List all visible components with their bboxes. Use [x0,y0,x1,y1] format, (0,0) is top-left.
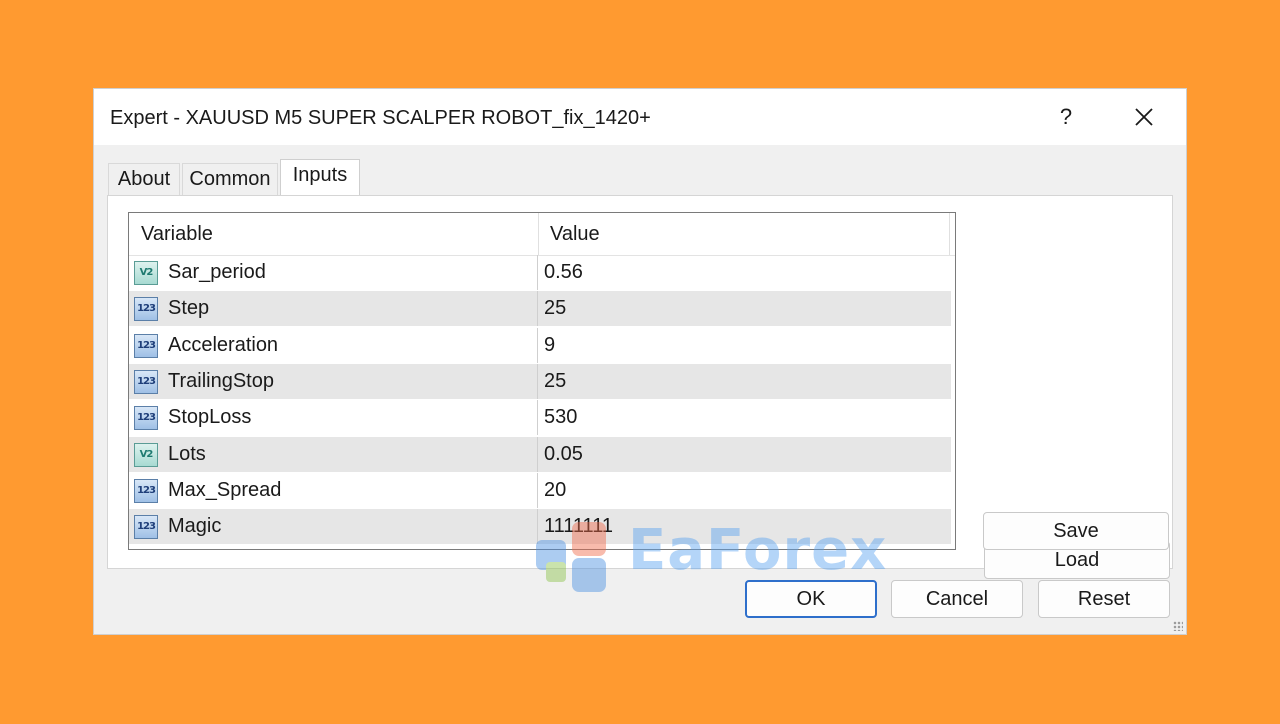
integer-type-icon: 123 [134,515,158,540]
window-title: Expert - XAUUSD M5 SUPER SCALPER ROBOT_f… [110,107,651,129]
column-divider[interactable] [538,213,539,255]
variable-name: StopLoss [168,406,252,429]
value-text: 9 [544,333,556,356]
integer-type-icon: 123 [134,406,158,431]
variable-name: Step [168,297,210,320]
variable-name: TrailingStop [168,369,274,392]
variable-cell[interactable]: 123 Acceleration [129,327,538,363]
integer-type-icon: 123 [134,369,158,394]
value-text: 0.56 [544,261,583,283]
resize-grip-icon[interactable] [1173,621,1183,631]
cancel-button[interactable]: Cancel [891,580,1023,618]
column-header-value[interactable]: Value [550,223,600,246]
value-cell[interactable]: 0.05 [538,437,951,472]
tab-inputs[interactable]: Inputs [280,159,360,196]
close-icon [1135,108,1153,126]
title-bar[interactable]: Expert - XAUUSD M5 SUPER SCALPER ROBOT_f… [94,89,1186,145]
variable-cell[interactable]: 123 Magic [129,509,538,545]
variable-cell[interactable]: 123 Step [129,291,538,327]
value-cell[interactable]: 530 [538,400,951,435]
column-header-variable[interactable]: Variable [141,223,213,246]
inputs-table[interactable]: Variable Value V2 Sar_period 0.56 123 Step 25… [128,212,956,550]
close-button[interactable] [1118,99,1170,135]
ok-button[interactable]: OK [745,580,877,618]
tab-common[interactable]: Common [182,163,278,195]
value-text: 25 [544,369,567,392]
variable-cell[interactable]: 123 Max_Spread [129,472,538,508]
value-cell[interactable]: 1111111 [538,509,951,544]
variable-cell[interactable]: 123 StopLoss [129,400,538,436]
table-row[interactable]: V2 Sar_period 0.56 [129,255,951,291]
value-cell[interactable]: 0.56 [538,255,951,290]
expert-dialog: Expert - XAUUSD M5 SUPER SCALPER ROBOT_f… [93,88,1187,635]
table-header: Variable Value [129,213,955,256]
variable-cell[interactable]: V2 Sar_period [129,255,538,290]
value-text: 0.05 [544,442,583,465]
variable-name: Sar_period [168,261,266,283]
value-text: 20 [544,478,567,501]
double-type-icon: V2 [134,442,158,467]
table-row[interactable]: V2 Lots 0.05 [129,436,951,473]
double-type-icon: V2 [134,261,158,285]
variable-name: Max_Spread [168,478,282,501]
integer-type-icon: 123 [134,333,158,358]
value-cell[interactable]: 9 [538,328,951,363]
table-row[interactable]: 123 Magic 1111111 [129,509,951,546]
integer-type-icon: 123 [134,478,158,503]
variable-name: Acceleration [168,333,279,356]
table-row[interactable]: 123 Max_Spread 20 [129,472,951,509]
value-cell[interactable]: 25 [538,364,951,399]
variable-cell[interactable]: 123 TrailingStop [129,363,538,399]
variable-cell[interactable]: V2 Lots [129,436,538,472]
help-button[interactable]: ? [1042,99,1090,135]
save-button[interactable]: Save [983,512,1169,550]
table-row[interactable]: 123 Step 25 [129,291,951,328]
table-row[interactable]: 123 TrailingStop 25 [129,363,951,400]
tab-about[interactable]: About [108,163,180,195]
value-cell[interactable]: 20 [538,473,951,508]
value-text: 530 [544,406,578,429]
variable-name: Lots [168,442,206,465]
table-row[interactable]: 123 StopLoss 530 [129,400,951,437]
column-divider[interactable] [949,213,950,255]
variable-name: Magic [168,515,222,538]
integer-type-icon: 123 [134,297,158,322]
value-cell[interactable]: 25 [538,291,951,326]
value-text: 1111111 [544,515,613,538]
value-text: 25 [544,297,567,320]
table-row[interactable]: 123 Acceleration 9 [129,327,951,364]
reset-button[interactable]: Reset [1038,580,1170,618]
